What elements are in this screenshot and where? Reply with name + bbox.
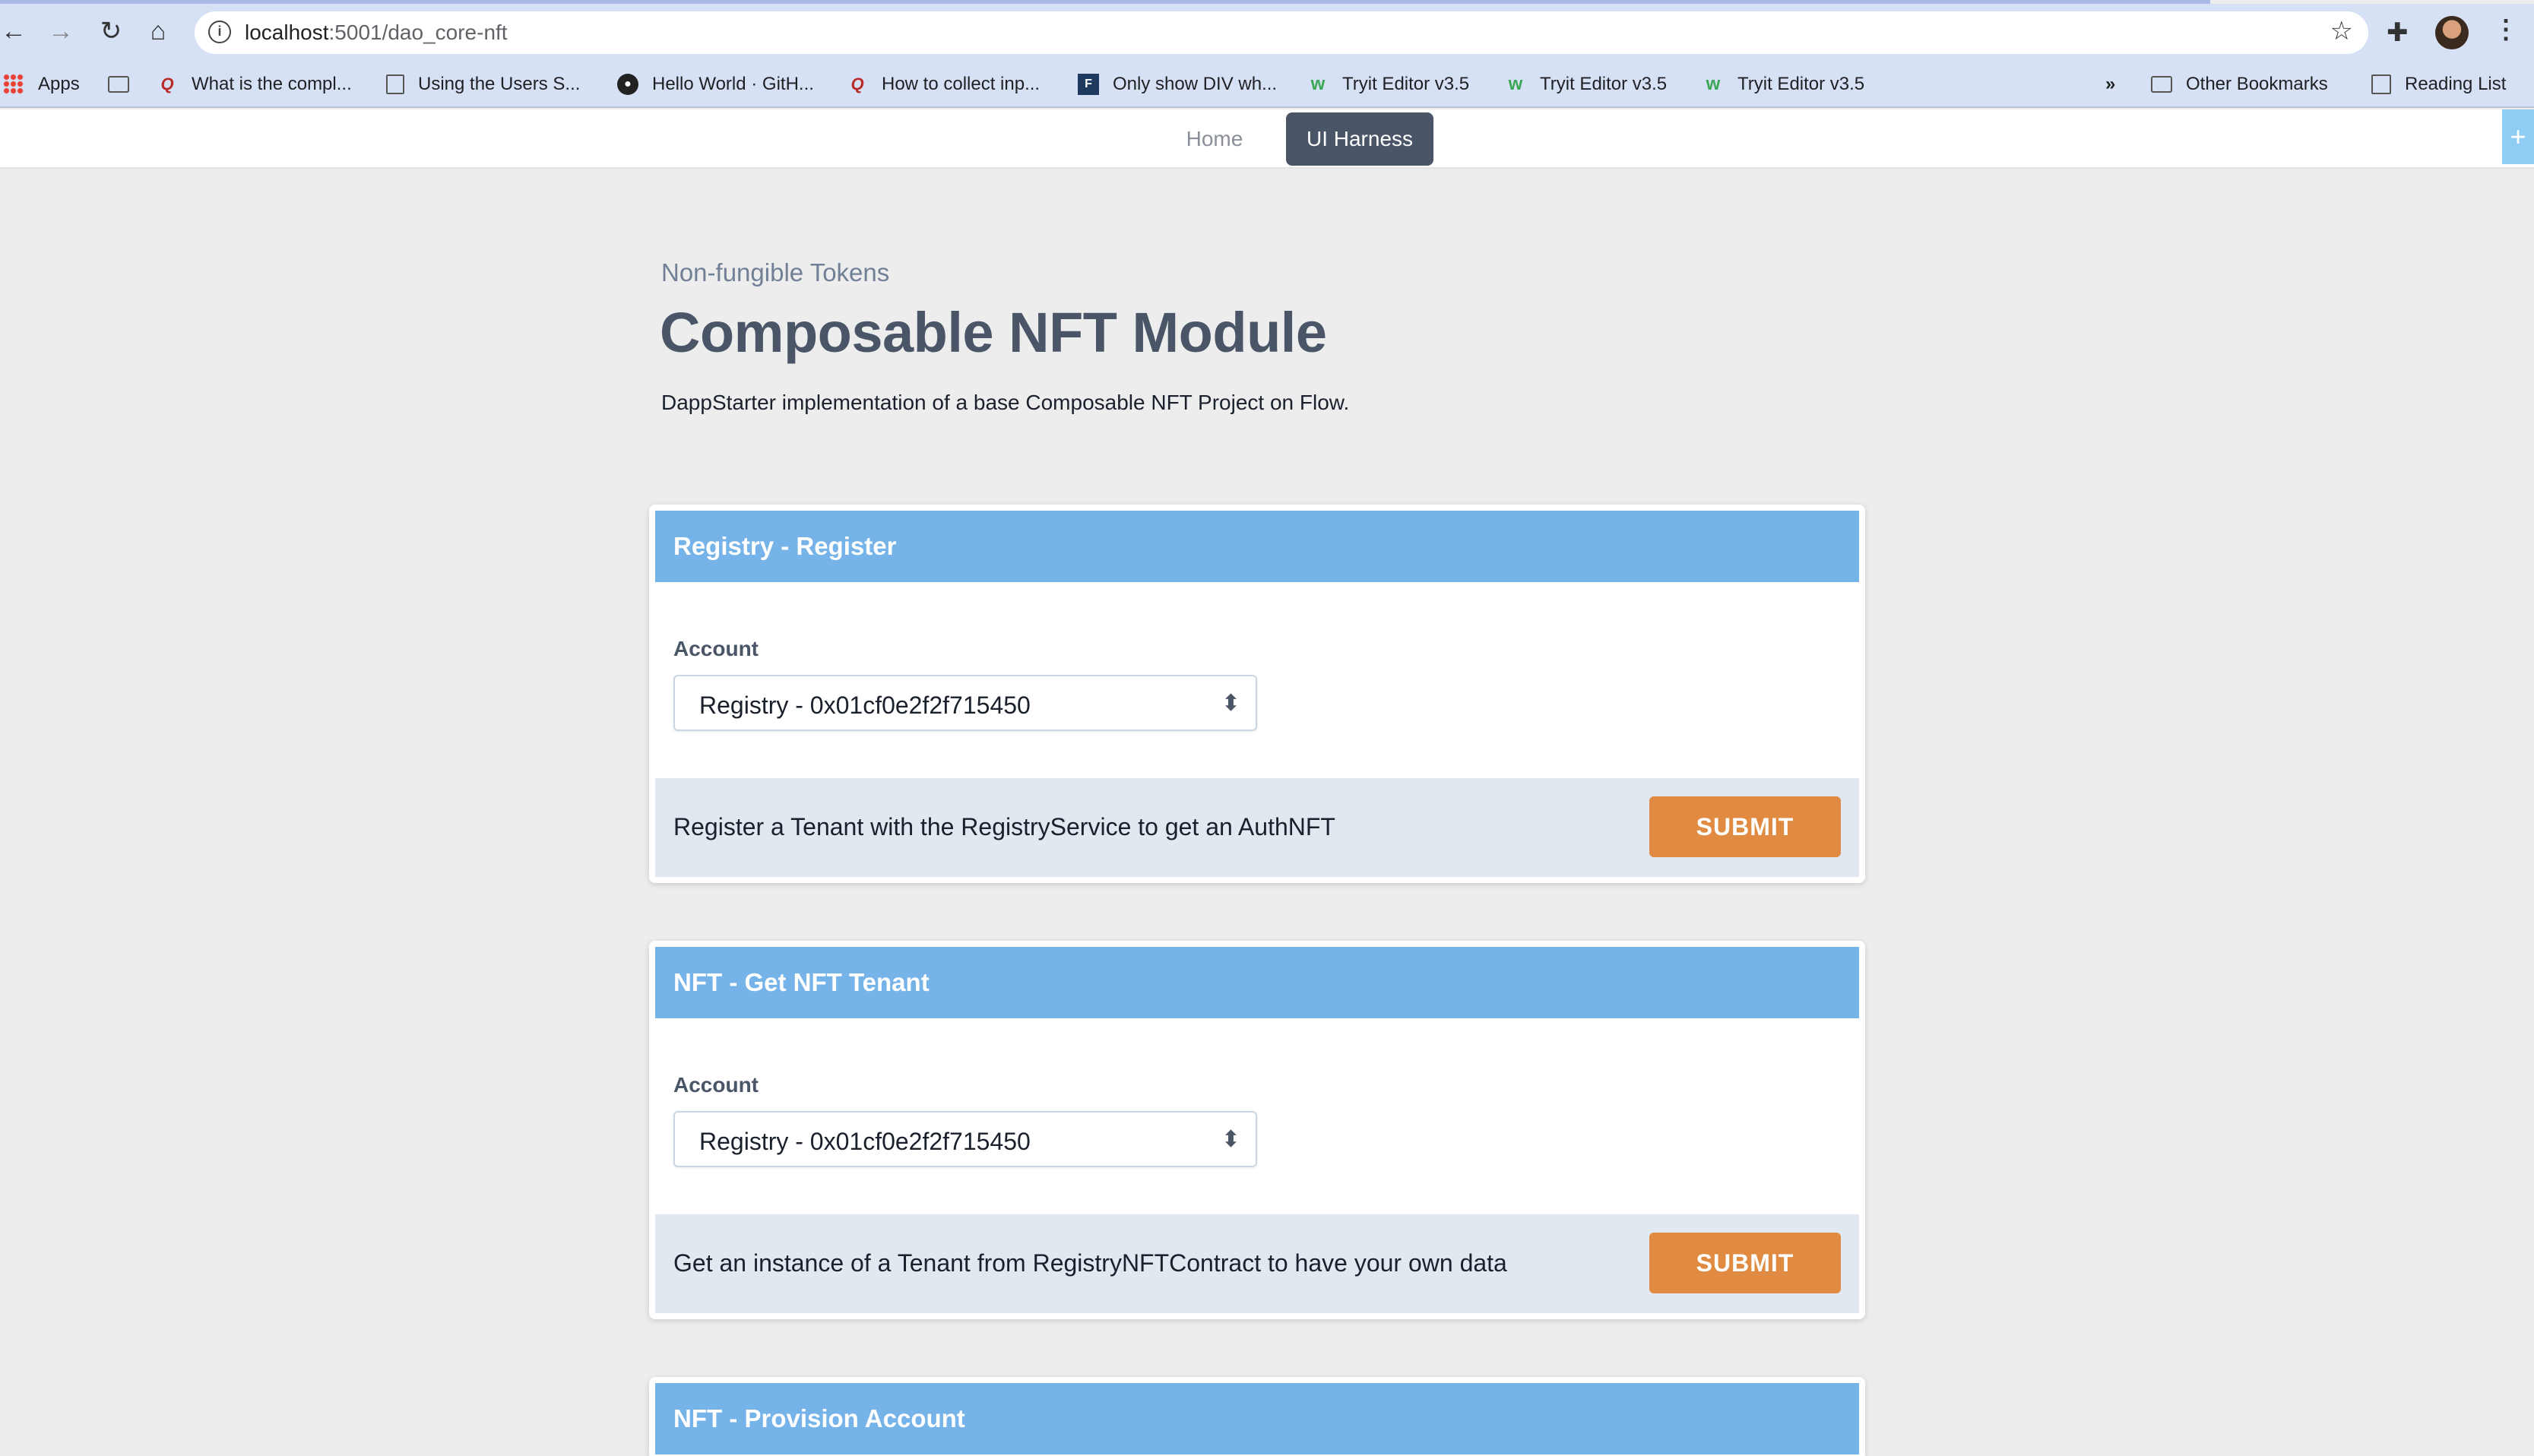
submit-button[interactable]: SUBMIT (1649, 796, 1841, 857)
card-title: Registry - Register (655, 511, 1859, 582)
bookmark-folder[interactable] (108, 71, 143, 97)
submit-button[interactable]: SUBMIT (1649, 1233, 1841, 1293)
quora-icon: Q (160, 74, 174, 93)
plus-icon[interactable]: + (2502, 109, 2534, 164)
account-label: Account (673, 1073, 759, 1097)
card-registry-register: Registry - Register Account Registry - 0… (649, 505, 1865, 883)
bookmark-item[interactable]: w Tryit Editor v3.5 (1505, 71, 1668, 97)
account-select-value: Registry - 0x01cf0e2f2f715450 (699, 1128, 1031, 1155)
card-description: Get an instance of a Tenant from Registr… (673, 1249, 1507, 1277)
profile-avatar[interactable] (2435, 16, 2469, 49)
account-select[interactable]: Registry - 0x01cf0e2f2f715450 ⬍ (673, 1111, 1257, 1167)
bookmarks-bar: Apps Q What is the compl... Using the Use… (0, 61, 2534, 108)
nav-home[interactable]: Home (1169, 109, 1260, 169)
card-description: Register a Tenant with the RegistryServi… (673, 813, 1335, 840)
card-nft-get-tenant: NFT - Get NFT Tenant Account Registry - … (649, 941, 1865, 1319)
address-bar[interactable]: i localhost:5001/dao_core-nft ☆ (195, 11, 2368, 54)
bookmarks-overflow-button[interactable]: » (2105, 71, 2115, 97)
w3schools-icon: w (1706, 74, 1721, 94)
account-select-value: Registry - 0x01cf0e2f2f715450 (699, 692, 1031, 719)
w3schools-icon: w (1310, 74, 1326, 94)
reading-list-icon (2371, 74, 2391, 94)
url-text[interactable]: localhost:5001/dao_core-nft (245, 21, 508, 45)
select-arrows-icon: ⬍ (1221, 691, 1240, 716)
page-subtitle: DappStarter implementation of a base Com… (661, 391, 1350, 414)
bookmark-item[interactable]: ● Hello World · GitH... (617, 71, 814, 97)
card-title: NFT - Provision Account (655, 1383, 1859, 1454)
page-title: Composable NFT Module (660, 301, 1327, 364)
site-info-icon[interactable]: i (208, 21, 231, 43)
bookmark-item[interactable]: w Tryit Editor v3.5 (1703, 71, 1865, 97)
account-label: Account (673, 637, 759, 660)
reload-icon[interactable]: ↻ (94, 14, 128, 48)
back-arrow-icon[interactable]: ← (0, 14, 30, 48)
account-select[interactable]: Registry - 0x01cf0e2f2f715450 ⬍ (673, 675, 1257, 731)
bookmark-star-icon[interactable]: ☆ (2330, 16, 2353, 46)
browser-menu-icon[interactable]: ⋮ (2493, 14, 2519, 45)
bookmark-item[interactable]: Q What is the compl... (157, 71, 351, 97)
bookmark-apps[interactable]: Apps (3, 71, 80, 97)
select-arrows-icon: ⬍ (1221, 1127, 1240, 1152)
forward-arrow-icon[interactable]: → (44, 14, 78, 48)
apps-grid-icon (3, 74, 24, 95)
bookmark-item[interactable]: Q How to collect inp... (847, 71, 1040, 97)
extensions-puzzle-icon[interactable]: ✚ (2387, 17, 2409, 48)
w3schools-icon: w (1508, 74, 1523, 94)
f-icon: F (1078, 74, 1099, 95)
bookmark-item[interactable]: F Only show DIV wh... (1078, 71, 1277, 97)
other-bookmarks[interactable]: Other Bookmarks (2151, 71, 2328, 97)
card-nft-provision-account: NFT - Provision Account (649, 1377, 1865, 1456)
page-eyebrow: Non-fungible Tokens (661, 258, 890, 286)
folder-icon (2151, 76, 2172, 93)
reading-list[interactable]: Reading List (2371, 71, 2506, 97)
bookmark-item[interactable]: w Tryit Editor v3.5 (1307, 71, 1470, 97)
card-title: NFT - Get NFT Tenant (655, 947, 1859, 1018)
nav-ui-harness[interactable]: UI Harness (1286, 112, 1433, 166)
github-icon: ● (617, 74, 638, 95)
quora-icon: Q (850, 74, 864, 93)
home-icon[interactable]: ⌂ (141, 14, 175, 48)
folder-icon (108, 76, 129, 93)
app-navbar: Home UI Harness + (0, 109, 2534, 169)
document-icon (386, 74, 404, 94)
browser-toolbar: ← → ↻ ⌂ i localhost:5001/dao_core-nft ☆ … (0, 4, 2534, 61)
bookmark-item[interactable]: Using the Users S... (386, 71, 580, 97)
